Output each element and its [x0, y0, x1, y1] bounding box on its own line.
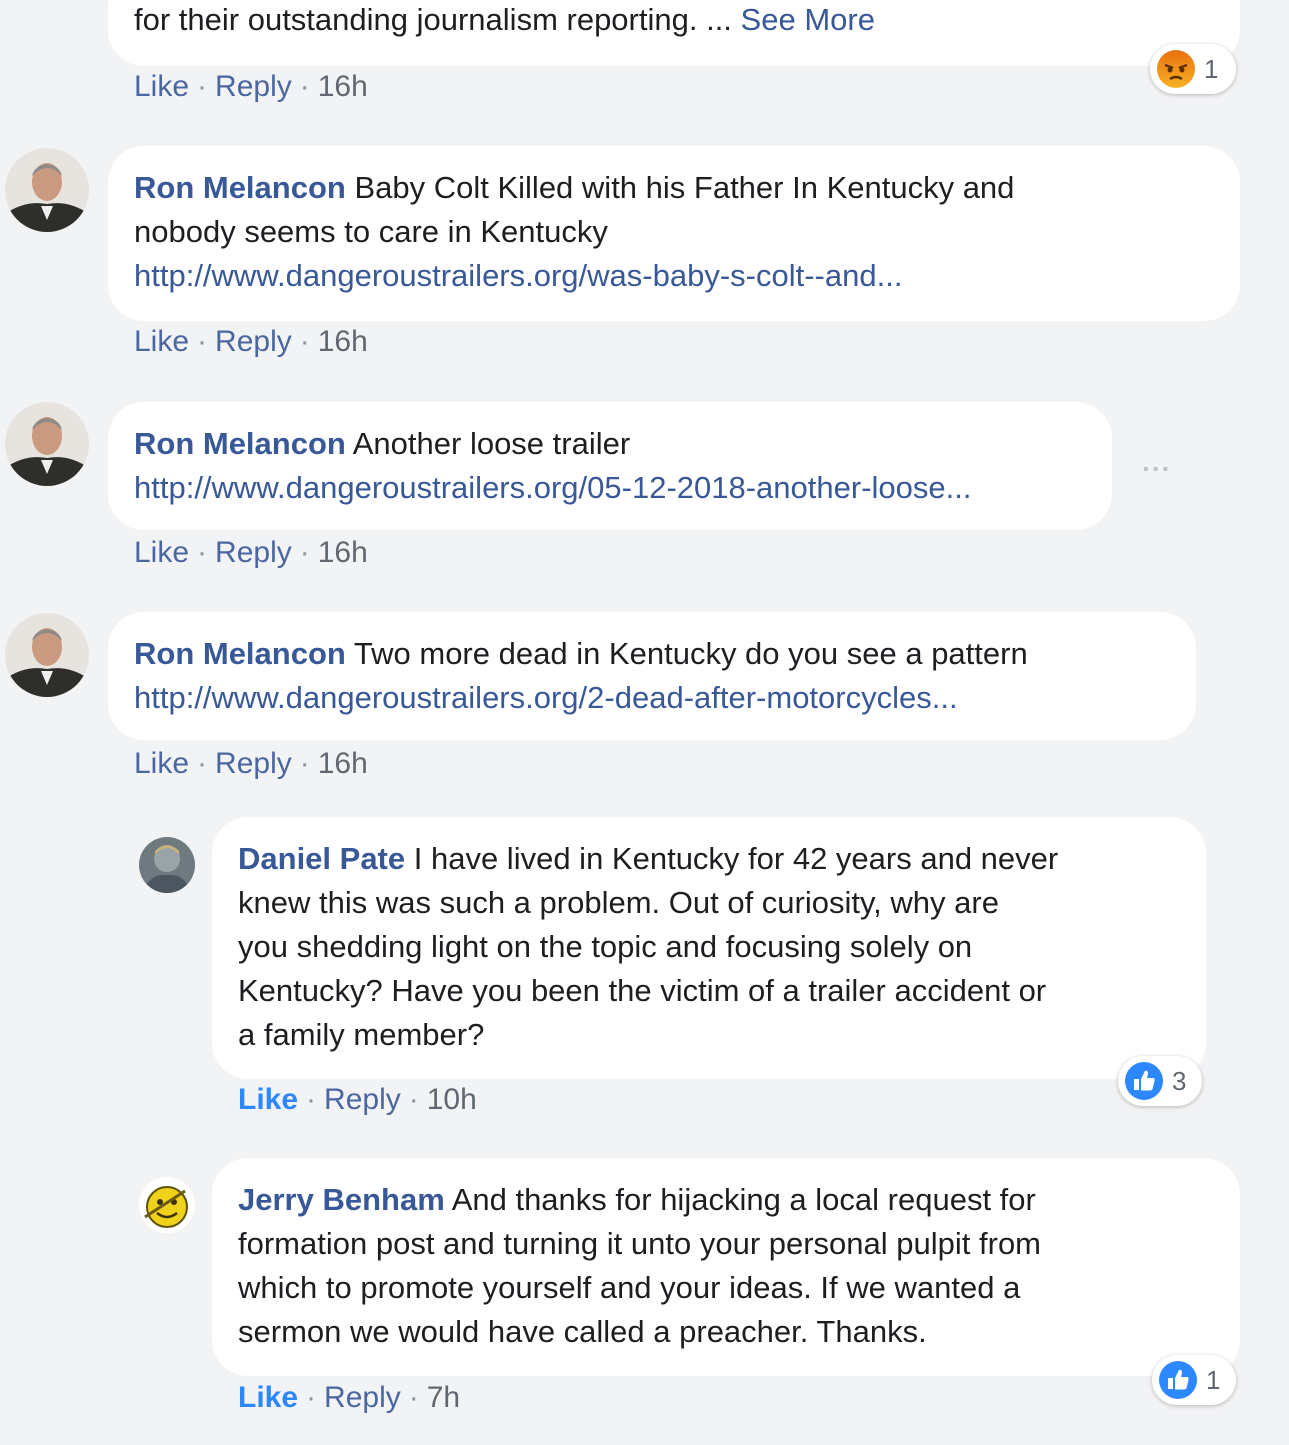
reply-author[interactable]: Jerry Benham	[238, 1182, 445, 1217]
timestamp[interactable]: 16h	[318, 325, 368, 358]
reply-text: sermon we would have called a preacher. …	[238, 1314, 927, 1349]
like-button[interactable]: Like	[134, 325, 189, 358]
like-button[interactable]: Like	[238, 1381, 298, 1414]
comment-bubble: for their outstanding journalism reporti…	[108, 0, 1240, 66]
reply-bubble: Jerry Benham And thanks for hijacking a …	[212, 1158, 1240, 1376]
reaction-badge[interactable]: 1	[1152, 1355, 1236, 1405]
reply-text: And thanks for hijacking a local request…	[451, 1182, 1036, 1217]
angry-icon	[1157, 50, 1195, 88]
like-button[interactable]: Like	[134, 747, 189, 780]
like-button[interactable]: Like	[134, 536, 189, 569]
comment-actions: Like · Reply · 16h	[134, 325, 368, 358]
reply-text: Kentucky? Have you been the victim of a …	[238, 973, 1047, 1008]
reply-actions: Like · Reply · 10h	[238, 1083, 477, 1116]
comment-author[interactable]: Ron Melancon	[134, 426, 346, 461]
reaction-badge[interactable]: 1	[1150, 44, 1236, 94]
reply-button[interactable]: Reply	[324, 1083, 401, 1116]
comment-bubble: Ron Melancon Another loose trailer http:…	[108, 402, 1112, 530]
person-avatar-icon	[5, 402, 89, 486]
comment-actions: Like · Reply · 16h	[134, 747, 368, 780]
reply-text: you shedding light on the topic and focu…	[238, 929, 973, 964]
reply-author[interactable]: Daniel Pate	[238, 841, 405, 876]
comment-text: Another loose trailer	[352, 426, 631, 461]
timestamp[interactable]: 16h	[318, 747, 368, 780]
avatar[interactable]	[5, 148, 89, 232]
comment-link[interactable]: http://www.dangeroustrailers.org/was-bab…	[134, 254, 1214, 298]
timestamp[interactable]: 7h	[427, 1381, 460, 1414]
comment-link[interactable]: http://www.dangeroustrailers.org/05-12-2…	[134, 466, 1086, 510]
comment-actions: Like · Reply · 16h	[134, 536, 368, 569]
reply-button[interactable]: Reply	[215, 536, 292, 569]
comment-text: nobody seems to care in Kentucky	[134, 214, 608, 249]
reply-bubble: Daniel Pate I have lived in Kentucky for…	[212, 817, 1206, 1079]
comment-text: Baby Colt Killed with his Father In Kent…	[354, 170, 1015, 205]
comment-author[interactable]: Ron Melancon	[134, 636, 346, 671]
person-avatar-icon	[5, 148, 89, 232]
person-avatar-icon	[5, 613, 89, 697]
smiley-avatar-icon	[139, 1177, 195, 1233]
like-button[interactable]: Like	[134, 70, 189, 103]
reply-button[interactable]: Reply	[215, 325, 292, 358]
avatar[interactable]	[5, 402, 89, 486]
timestamp[interactable]: 10h	[427, 1083, 477, 1116]
reply-text: which to promote yourself and your ideas…	[238, 1270, 1021, 1305]
person-avatar-icon	[139, 837, 195, 893]
reaction-count: 1	[1204, 53, 1219, 84]
comment-link[interactable]: http://www.dangeroustrailers.org/2-dead-…	[134, 676, 1170, 720]
timestamp[interactable]: 16h	[318, 70, 368, 103]
comment-bubble: Ron Melancon Baby Colt Killed with his F…	[108, 146, 1240, 321]
reaction-badge[interactable]: 3	[1118, 1056, 1202, 1106]
reply-text: knew this was such a problem. Out of cur…	[238, 885, 999, 920]
reply-text: formation post and turning it unto your …	[238, 1226, 1042, 1261]
like-button[interactable]: Like	[238, 1083, 298, 1116]
comment-author[interactable]: Ron Melancon	[134, 170, 346, 205]
reply-button[interactable]: Reply	[324, 1381, 401, 1414]
avatar[interactable]	[139, 837, 195, 893]
timestamp[interactable]: 16h	[318, 536, 368, 569]
reaction-count: 1	[1206, 1364, 1221, 1395]
reply-text: a family member?	[238, 1017, 485, 1052]
reaction-count: 3	[1172, 1065, 1187, 1096]
like-icon	[1125, 1062, 1163, 1100]
avatar[interactable]	[5, 613, 89, 697]
comment-text: Two more dead in Kentucky do you see a p…	[353, 636, 1028, 671]
like-icon	[1159, 1361, 1197, 1399]
more-options-icon[interactable]: ...	[1142, 446, 1171, 478]
see-more-link[interactable]: See More	[741, 2, 875, 37]
reply-button[interactable]: Reply	[215, 747, 292, 780]
reply-actions: Like · Reply · 7h	[238, 1381, 461, 1414]
comment-text: for their outstanding journalism reporti…	[134, 2, 732, 37]
comment-actions: Like · Reply · 16h	[134, 70, 368, 103]
reply-text: I have lived in Kentucky for 42 years an…	[413, 841, 1059, 876]
avatar[interactable]	[139, 1177, 195, 1233]
comment-bubble: Ron Melancon Two more dead in Kentucky d…	[108, 612, 1196, 740]
reply-button[interactable]: Reply	[215, 70, 292, 103]
